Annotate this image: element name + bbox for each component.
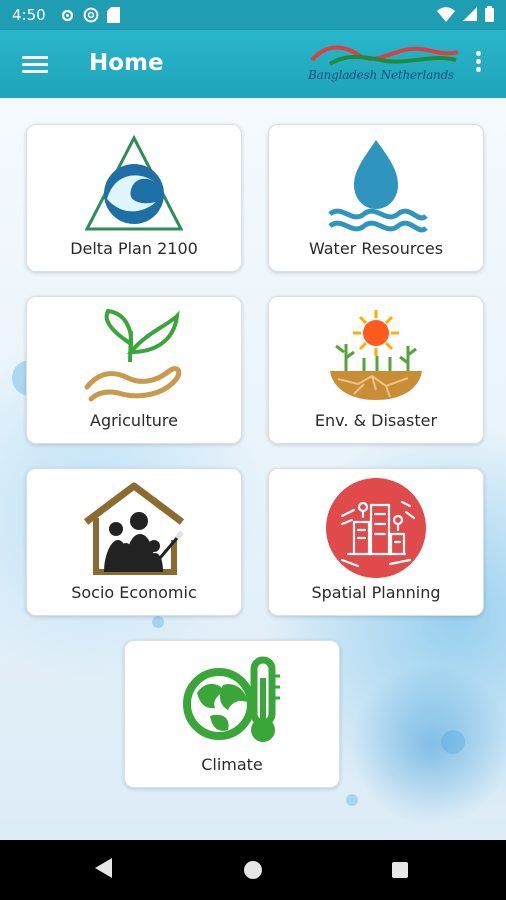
page-title: Home xyxy=(89,50,164,76)
tile-socio-economic[interactable]: Socio Economic xyxy=(26,468,242,616)
tile-label: Delta Plan 2100 xyxy=(70,239,198,258)
agriculture-icon xyxy=(82,303,186,409)
delta-plan-icon xyxy=(82,131,186,237)
water-drop-icon xyxy=(324,131,428,237)
tile-label: Spatial Planning xyxy=(311,583,441,602)
at-icon xyxy=(83,7,99,23)
sd-card-icon xyxy=(106,7,120,23)
water-drop-decoration xyxy=(346,794,358,806)
family-home-icon xyxy=(82,475,186,581)
menu-button[interactable] xyxy=(22,52,48,76)
gear-icon xyxy=(61,9,73,21)
bangladesh-netherlands-logo: Bangladesh Netherlands xyxy=(308,40,460,92)
system-navigation-bar xyxy=(0,840,506,900)
tile-label: Env. & Disaster xyxy=(314,411,438,430)
app-bar: Home Bangladesh Netherlands xyxy=(0,30,506,98)
overflow-menu-button[interactable] xyxy=(476,48,484,78)
home-grid: Delta Plan 2100 Water Resources Agricult… xyxy=(0,98,506,840)
home-button[interactable] xyxy=(244,861,262,879)
environment-icon xyxy=(324,303,428,409)
tile-env-disaster[interactable]: Env. & Disaster xyxy=(268,296,484,444)
brand-wave-icon xyxy=(310,45,459,66)
water-splash-background xyxy=(341,660,506,830)
wifi-icon xyxy=(437,6,455,22)
tile-label: Agriculture xyxy=(90,411,178,430)
tile-agriculture[interactable]: Agriculture xyxy=(26,296,242,444)
tile-spatial-planning[interactable]: Spatial Planning xyxy=(268,468,484,616)
water-drop-decoration xyxy=(441,730,465,754)
spatial-planning-icon xyxy=(324,475,428,581)
tile-label: Water Resources xyxy=(308,239,444,258)
tile-delta-plan[interactable]: Delta Plan 2100 xyxy=(26,124,242,272)
climate-icon xyxy=(180,647,284,753)
tile-climate[interactable]: Climate xyxy=(124,640,340,788)
tile-label: Socio Economic xyxy=(71,583,197,602)
status-bar: 4:50 xyxy=(0,0,506,30)
brand-text: Bangladesh Netherlands xyxy=(308,68,455,82)
battery-icon xyxy=(485,6,494,22)
status-time: 4:50 xyxy=(12,6,46,24)
recents-button[interactable] xyxy=(392,862,408,878)
tile-label: Climate xyxy=(201,755,263,774)
water-drop-decoration xyxy=(152,616,164,628)
back-button[interactable] xyxy=(95,858,112,878)
signal-icon xyxy=(463,7,477,21)
tile-water-resources[interactable]: Water Resources xyxy=(268,124,484,272)
